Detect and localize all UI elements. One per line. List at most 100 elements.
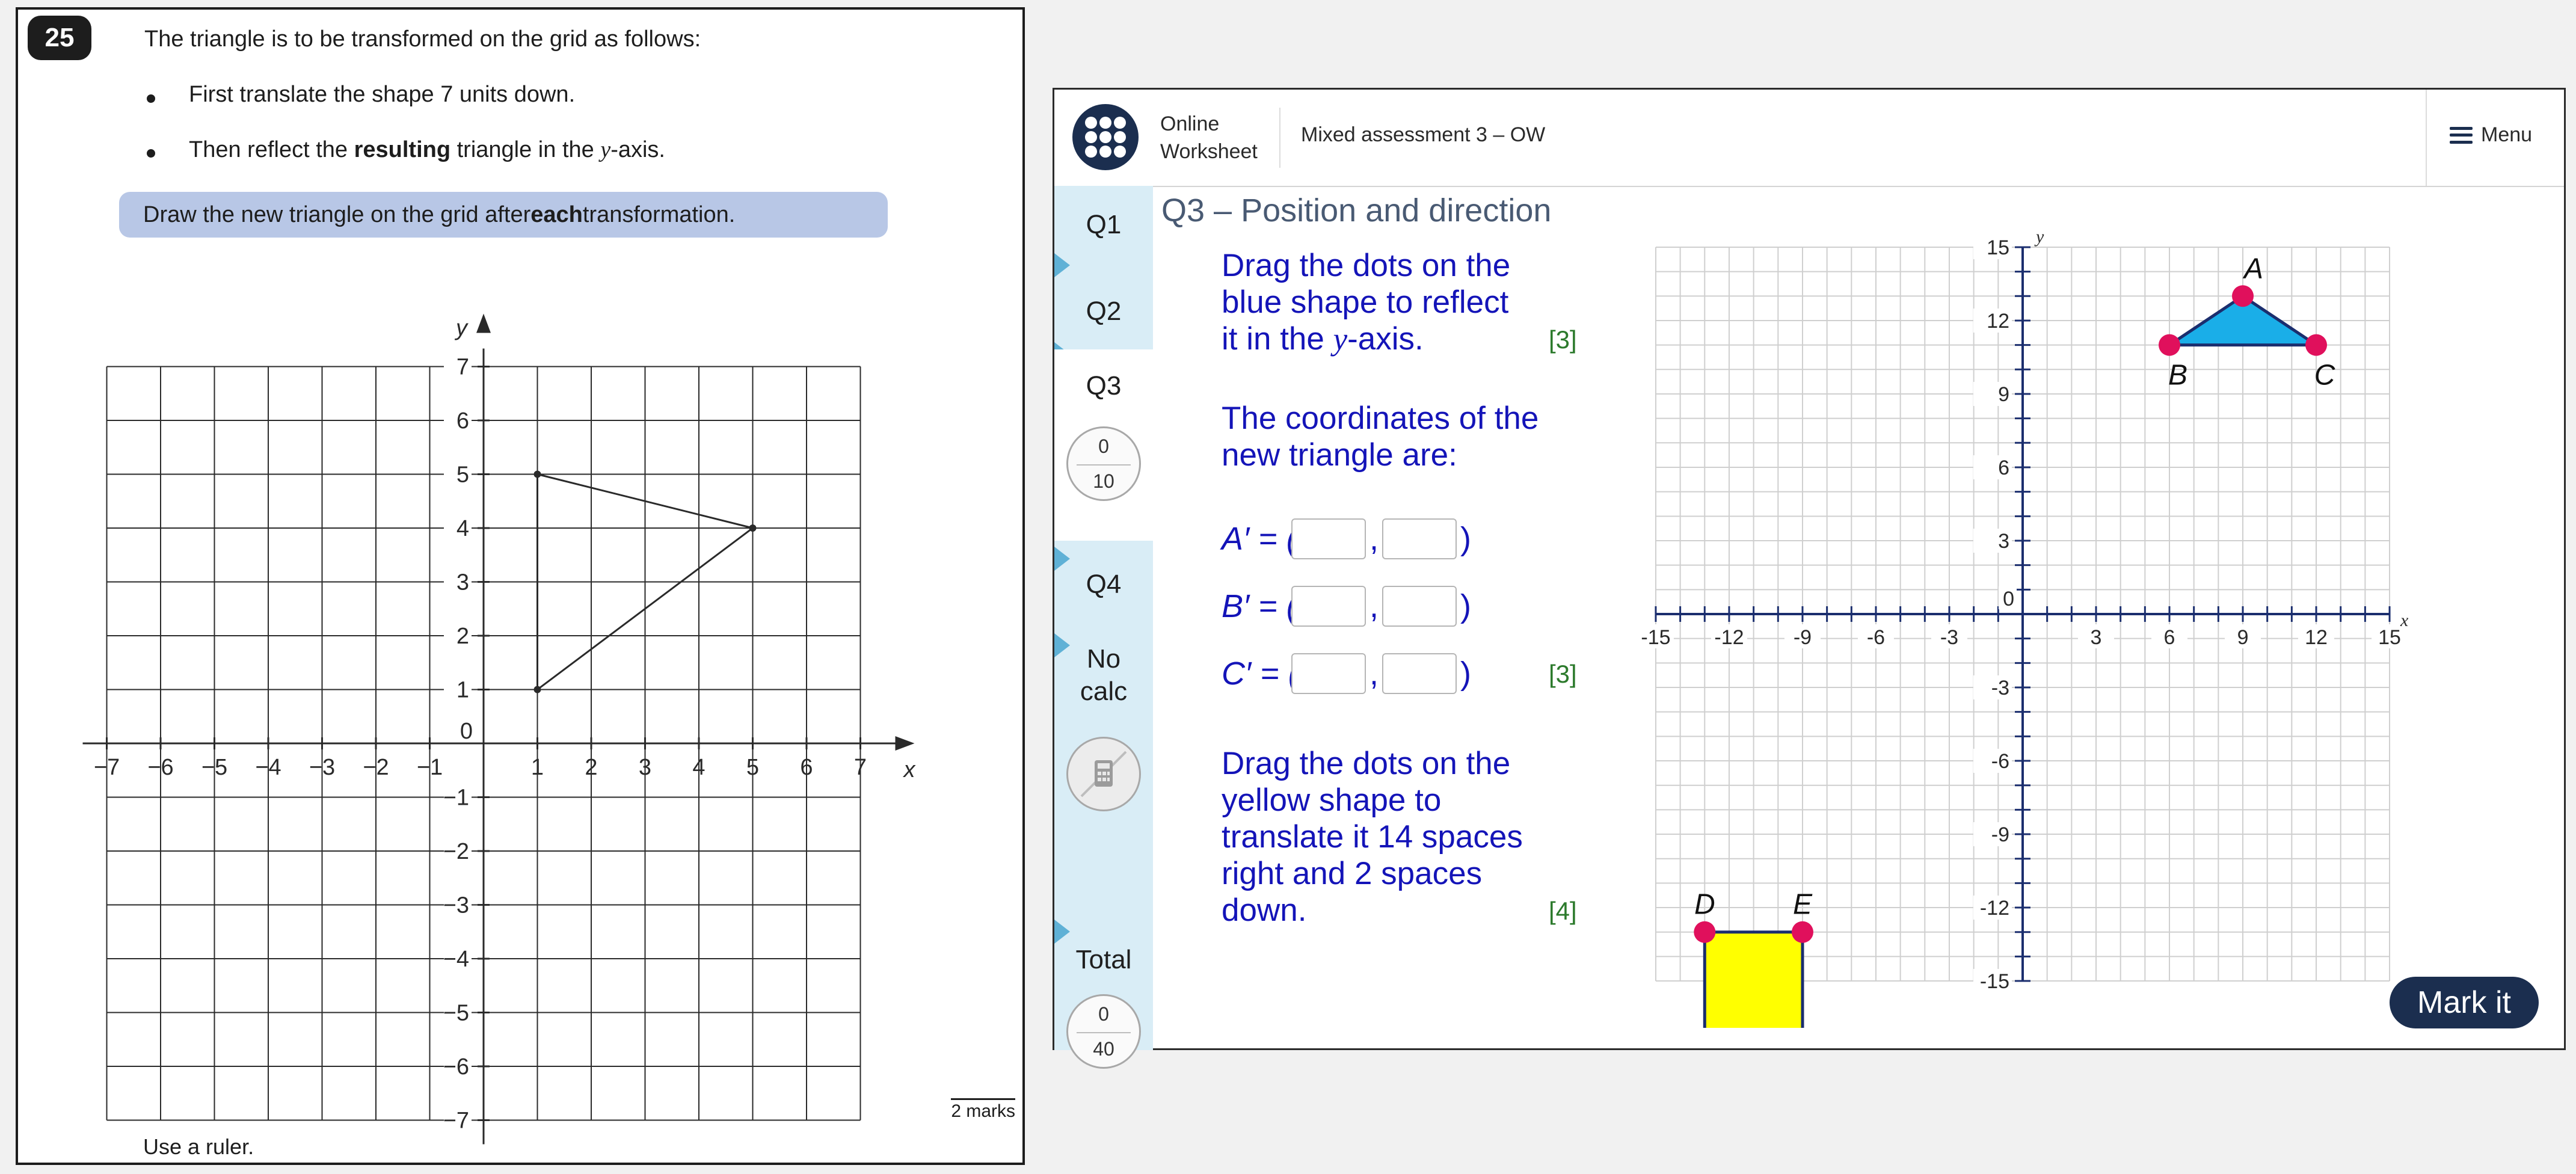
triangle-vertex [533, 686, 541, 693]
x-axis-label: x [903, 757, 917, 782]
drag-dot-c[interactable] [2305, 334, 2328, 356]
y-tick-label: 3 [456, 570, 469, 595]
y-axis-label: y [454, 316, 469, 341]
coord-row-a: A′ = ( , ) [1222, 518, 1471, 559]
menu-button[interactable]: Menu [2450, 123, 2532, 147]
x-tick-label: 4 [692, 755, 705, 780]
calculator-icon [1080, 751, 1127, 798]
y-tick-label: −5 [443, 1001, 469, 1026]
x-tick-label: −7 [94, 755, 120, 780]
origin-label: 0 [2003, 588, 2014, 610]
b-prime-y-input[interactable] [1382, 586, 1457, 627]
tab-q1[interactable]: Q1 [1054, 210, 1153, 240]
x-tick-label: −6 [147, 755, 173, 780]
bullet-icon [147, 149, 155, 158]
brand-name: Online Worksheet [1160, 112, 1258, 163]
x-tick-label: -12 [1714, 626, 1744, 649]
tab-q3-label: Q3 [1086, 371, 1122, 401]
y-tick-label: −2 [443, 839, 469, 864]
header-divider [2426, 90, 2427, 186]
drag-dot-b[interactable] [2159, 334, 2181, 356]
y-tick-label: 3 [1998, 530, 2009, 553]
y-tick-label: 12 [1987, 310, 2009, 333]
y-tick-label: −6 [443, 1054, 469, 1080]
app-header: Online Worksheet Mixed assessment 3 – OW … [1054, 90, 2564, 187]
drag-dot-a[interactable] [2232, 285, 2254, 307]
online-worksheet-app: Online Worksheet Mixed assessment 3 – OW … [1053, 88, 2566, 1069]
x-tick-label: −5 [201, 755, 227, 780]
question-title: Q3 – Position and direction [1161, 192, 1552, 229]
marks-coordinates: [3] [1549, 660, 1577, 688]
marks-translate: [4] [1549, 897, 1577, 925]
x-tick-label: −2 [363, 755, 389, 780]
c-prime-x-input[interactable] [1291, 653, 1366, 694]
question-intro: The triangle is to be transformed on the… [144, 26, 701, 52]
x-tick-label: −3 [309, 755, 335, 780]
tab-pointer-icon [1054, 547, 1070, 571]
x-tick-label: -15 [1641, 626, 1670, 649]
tab-pointer-icon [1054, 253, 1070, 277]
x-tick-label: 3 [2091, 626, 2102, 649]
coord-row-b: B′ = ( , ) [1222, 586, 1471, 627]
calculator-button[interactable] [1066, 737, 1141, 811]
tab-no-calc[interactable]: No calc [1054, 643, 1153, 708]
y-tick-label: −7 [443, 1108, 469, 1134]
translate-instruction: Drag the dots on the yellow shape to tra… [1222, 746, 1523, 928]
b-prime-x-input[interactable] [1291, 586, 1366, 627]
point-label-c: C [2314, 360, 2335, 392]
origin-label: 0 [460, 719, 473, 744]
tab-q2[interactable]: Q2 [1054, 297, 1153, 327]
y-tick-label: 4 [456, 516, 469, 541]
x-tick-label: −1 [417, 755, 443, 780]
tab-pointer-icon [1054, 920, 1070, 944]
drag-dot-d[interactable] [1694, 921, 1716, 943]
y-tick-label: 7 [456, 355, 469, 380]
header-divider [1279, 108, 1280, 168]
triangle-vertex [749, 524, 757, 532]
x-tick-label: 2 [585, 755, 597, 780]
x-tick-label: 1 [531, 755, 544, 780]
y-tick-label: 6 [456, 408, 469, 434]
y-tick-label: 2 [456, 624, 469, 649]
y-tick-label: 6 [1998, 456, 2009, 479]
c-prime-y-input[interactable] [1382, 653, 1457, 694]
tab-q4[interactable]: Q4 [1054, 570, 1153, 600]
y-tick-label: -12 [1980, 897, 2009, 920]
footer-note: Use a ruler. [143, 1134, 254, 1159]
a-prime-x-input[interactable] [1291, 518, 1366, 559]
y-tick-label: −1 [443, 785, 469, 811]
mark-it-button[interactable]: Mark it [2390, 977, 2539, 1028]
marks-reflect: [3] [1549, 325, 1577, 354]
x-tick-label: 6 [800, 755, 813, 780]
x-axis-arrow-icon [895, 736, 915, 751]
a-prime-y-input[interactable] [1382, 518, 1457, 559]
x-tick-label: 12 [2305, 626, 2328, 649]
q3-score-badge: 0 10 [1066, 426, 1141, 501]
y-tick-label: −4 [443, 947, 469, 972]
total-label: Total [1075, 945, 1132, 974]
point-label-d: D [1694, 889, 1715, 921]
coordinates-prompt: The coordinates of the new triangle are: [1222, 401, 1539, 473]
question-sidebar: Q1 Q2 Q3 0 10 Q4 No calc Total 0 40 [1054, 186, 1153, 1069]
y-tick-label: -3 [1991, 677, 2009, 699]
x-axis-label: x [2400, 610, 2409, 630]
worksheet-grid: −7 −6 −5 −4 −3 −2 −1 1 2 3 4 5 6 7 7 6 5 4 3 2 1 −1 −2 −3 −4 −5 −6… [82, 313, 917, 1145]
point-label-a: A [2242, 253, 2263, 284]
x-tick-label: 15 [2378, 626, 2401, 649]
assessment-title: Mixed assessment 3 – OW [1301, 123, 1546, 146]
y-tick-label: −3 [443, 893, 469, 918]
hamburger-icon [2450, 126, 2473, 144]
x-tick-label: 9 [2237, 626, 2249, 649]
x-tick-label: -3 [1940, 626, 1958, 649]
triangle-vertex [533, 470, 541, 478]
coordinate-grid[interactable]: -15 -12 -9 -6 -3 3 6 9 12 15 15 12 9 6 3 -3 -6 -9 -12 -15 0 x… [1626, 222, 2432, 1028]
grid-dots-icon[interactable] [1072, 104, 1139, 170]
x-tick-label: -9 [1794, 626, 1812, 649]
step-1-text: First translate the shape 7 units down. [189, 82, 576, 107]
question-number-badge: 25 [28, 16, 91, 60]
y-tick-label: 1 [456, 678, 469, 703]
drag-dot-e[interactable] [1791, 921, 1813, 943]
x-tick-label: 3 [639, 755, 651, 780]
y-tick-label: 15 [1987, 236, 2009, 259]
yellow-rectangle [1703, 930, 1804, 1028]
